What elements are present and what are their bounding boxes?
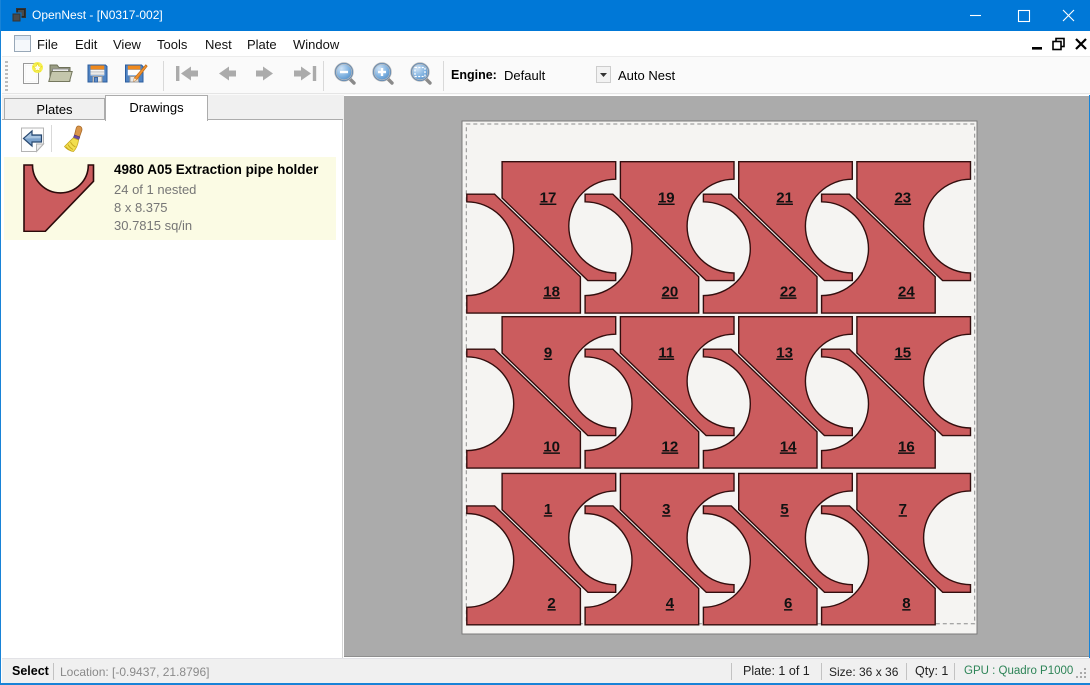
svg-text:16: 16 [898, 438, 915, 455]
svg-text:20: 20 [662, 283, 679, 300]
svg-text:15: 15 [894, 345, 911, 362]
svg-text:4: 4 [666, 595, 675, 612]
svg-text:18: 18 [543, 283, 560, 300]
svg-text:8: 8 [902, 595, 910, 612]
svg-text:24: 24 [898, 283, 915, 300]
svg-text:7: 7 [899, 501, 907, 518]
svg-text:17: 17 [540, 190, 557, 207]
svg-text:9: 9 [544, 345, 552, 362]
svg-text:6: 6 [784, 595, 792, 612]
svg-text:22: 22 [780, 283, 797, 300]
svg-text:19: 19 [658, 190, 675, 207]
svg-text:5: 5 [780, 501, 788, 518]
svg-text:12: 12 [662, 438, 679, 455]
svg-text:14: 14 [780, 438, 797, 455]
svg-text:21: 21 [776, 190, 793, 207]
svg-text:11: 11 [658, 345, 674, 362]
svg-text:1: 1 [544, 501, 552, 518]
svg-text:13: 13 [776, 345, 793, 362]
svg-text:3: 3 [662, 501, 670, 518]
svg-text:2: 2 [547, 595, 555, 612]
svg-text:10: 10 [543, 438, 560, 455]
svg-text:23: 23 [894, 190, 911, 207]
